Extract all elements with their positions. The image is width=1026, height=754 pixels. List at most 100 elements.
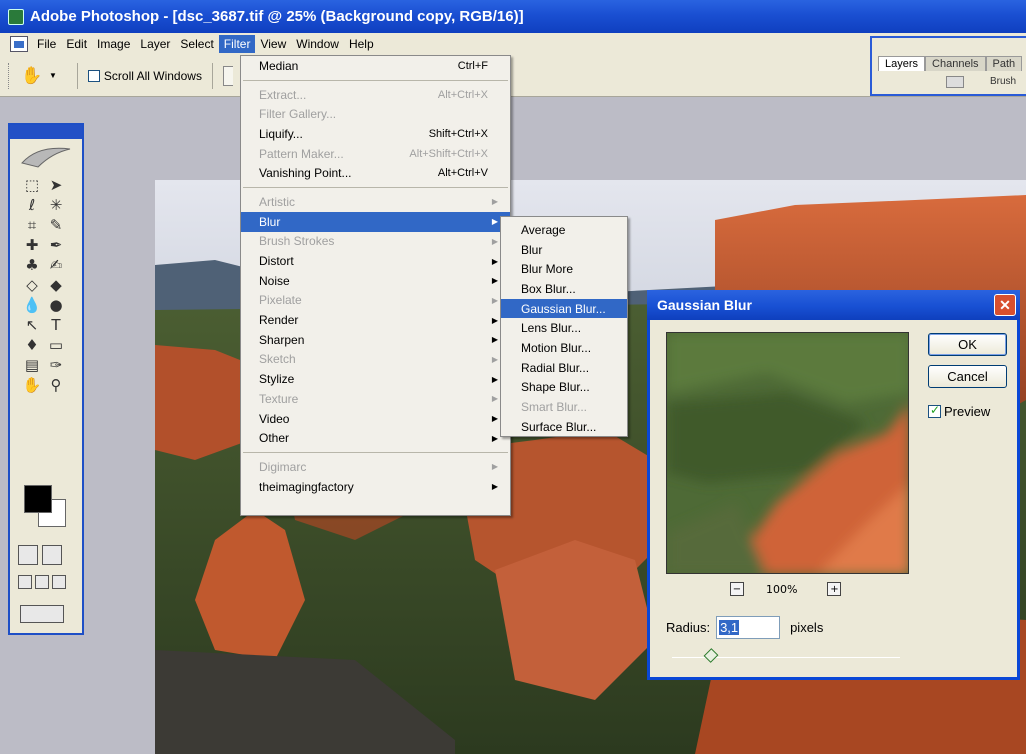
submenu-arrow-icon: ▶ bbox=[491, 414, 498, 424]
submenu-arrow-icon: ▶ bbox=[491, 482, 498, 492]
radius-label: Radius: bbox=[666, 620, 711, 635]
menu-item-label: Render bbox=[259, 313, 299, 328]
blur-menu-item-box-blur[interactable]: Box Blur... bbox=[501, 279, 627, 299]
toolbox: ⬚ ➤ ℓ ✳ ⌗ ✎ ✚ ✒ ♣ ✍ ◇ ◆ 💧 ● ↖ T ♦ ▭ ▤ ✑ ✋ ⚲ bbox=[8, 123, 84, 635]
paint-bucket-icon[interactable]: ◆ bbox=[44, 275, 68, 295]
filter-menu-item-noise[interactable]: Noise ▶ bbox=[241, 271, 510, 291]
lasso-tool-icon[interactable]: ℓ bbox=[20, 195, 44, 215]
blur-tool-icon[interactable]: 💧 bbox=[20, 295, 44, 315]
submenu-arrow-icon: ▶ bbox=[491, 433, 498, 443]
menu-item-label: theimagingfactory bbox=[259, 479, 354, 494]
preview-checkbox-row[interactable]: Preview bbox=[928, 403, 990, 419]
menu-window[interactable]: Window bbox=[291, 35, 344, 53]
shape-tool-icon[interactable]: ▭ bbox=[44, 335, 68, 355]
palette-well-icon[interactable] bbox=[946, 76, 964, 88]
radius-slider-thumb[interactable] bbox=[703, 648, 719, 663]
menu-view[interactable]: View bbox=[255, 35, 291, 53]
tab-channels[interactable]: Channels bbox=[925, 56, 986, 71]
standard-mode-button[interactable] bbox=[18, 545, 38, 565]
radius-input[interactable]: 3,1 bbox=[716, 616, 781, 639]
feather-logo-icon[interactable] bbox=[18, 143, 74, 169]
hand-tool-icon[interactable]: ✋ bbox=[20, 375, 44, 395]
menu-file[interactable]: File bbox=[32, 35, 61, 53]
pen-tool-icon[interactable]: ♦ bbox=[20, 335, 44, 355]
quick-mask-button[interactable] bbox=[42, 545, 62, 565]
close-icon[interactable]: ✕ bbox=[994, 294, 1016, 316]
blur-preview[interactable] bbox=[666, 332, 909, 574]
blur-menu-item-blur-more[interactable]: Blur More bbox=[501, 259, 627, 279]
history-brush-icon[interactable]: ✍ bbox=[44, 255, 68, 275]
notes-tool-icon[interactable]: ▤ bbox=[20, 355, 44, 375]
preview-checkbox[interactable] bbox=[928, 403, 941, 418]
blur-menu-item-radial-blur[interactable]: Radial Blur... bbox=[501, 358, 627, 378]
filter-menu-item-distort[interactable]: Distort ▶ bbox=[241, 251, 510, 271]
zoom-in-icon[interactable]: + bbox=[827, 582, 842, 596]
submenu-arrow-icon: ▶ bbox=[491, 256, 498, 266]
radius-value: 3,1 bbox=[719, 620, 740, 635]
filter-menu-item-blur[interactable]: Blur ▶ bbox=[241, 211, 510, 232]
blur-submenu: Average Blur Blur More Box Blur... Gaussian … bbox=[500, 216, 628, 437]
healing-brush-icon[interactable]: ✚ bbox=[20, 235, 44, 255]
menu-image[interactable]: Image bbox=[92, 35, 135, 53]
filter-menu-item-render[interactable]: Render ▶ bbox=[241, 310, 510, 330]
marquee-tool-icon[interactable]: ⬚ bbox=[20, 175, 44, 195]
ok-button[interactable]: OK bbox=[928, 333, 1007, 356]
magic-wand-icon[interactable]: ✳ bbox=[44, 195, 68, 215]
menu-item-shortcut: Alt+Ctrl+X bbox=[437, 88, 488, 101]
filter-menu-item-sharpen[interactable]: Sharpen ▶ bbox=[241, 330, 510, 350]
zoom-tool-icon[interactable]: ⚲ bbox=[44, 375, 68, 395]
dialog-titlebar[interactable]: Gaussian Blur ✕ bbox=[647, 290, 1020, 320]
brushes-tab[interactable]: Brush bbox=[990, 76, 1016, 87]
filter-menu-item-theimagingfactory[interactable]: theimagingfactory ▶ bbox=[241, 477, 510, 497]
options-bar-grip[interactable] bbox=[8, 62, 11, 89]
actual-pixels-button[interactable] bbox=[222, 65, 233, 86]
eyedropper-icon[interactable]: ✑ bbox=[44, 355, 68, 375]
filter-menu-item-stylize[interactable]: Stylize ▶ bbox=[241, 369, 510, 389]
slice-tool-icon[interactable]: ✎ bbox=[44, 215, 68, 235]
toolbox-titlebar[interactable] bbox=[10, 125, 82, 139]
scroll-all-windows-checkbox[interactable] bbox=[87, 69, 100, 82]
menu-item-label: Distort bbox=[259, 254, 294, 269]
blur-menu-item-motion-blur[interactable]: Motion Blur... bbox=[501, 338, 627, 358]
tool-preset-dropdown-arrow[interactable]: ▼ bbox=[49, 71, 57, 80]
menu-select[interactable]: Select bbox=[175, 35, 218, 53]
crop-tool-icon[interactable]: ⌗ bbox=[20, 215, 44, 235]
hand-tool-icon[interactable]: ✋ bbox=[19, 63, 45, 89]
menu-edit[interactable]: Edit bbox=[61, 35, 92, 53]
foreground-color-swatch[interactable] bbox=[24, 485, 52, 513]
tab-layers[interactable]: Layers bbox=[878, 56, 926, 71]
type-tool-icon[interactable]: T bbox=[44, 315, 68, 335]
filter-menu-item-brush-strokes: Brush Strokes ▶ bbox=[241, 232, 510, 252]
jump-to-imageready-icon[interactable] bbox=[20, 605, 64, 623]
filter-menu-item-vanishing-point[interactable]: Vanishing Point... Alt+Ctrl+V bbox=[241, 163, 510, 183]
dodge-tool-icon[interactable]: ● bbox=[44, 295, 68, 315]
gaussian-blur-dialog: Gaussian Blur ✕ OK Cancel Preview − 100%… bbox=[647, 290, 1020, 680]
clone-stamp-icon[interactable]: ♣ bbox=[20, 255, 44, 275]
blur-menu-item-shape-blur[interactable]: Shape Blur... bbox=[501, 378, 627, 398]
eraser-tool-icon[interactable]: ◇ bbox=[20, 275, 44, 295]
filter-menu-item-video[interactable]: Video ▶ bbox=[241, 409, 510, 429]
cancel-button[interactable]: Cancel bbox=[928, 365, 1007, 388]
blur-menu-item-average[interactable]: Average bbox=[501, 220, 627, 240]
menu-separator bbox=[243, 187, 508, 189]
document-icon[interactable] bbox=[10, 36, 28, 52]
blur-menu-item-blur[interactable]: Blur bbox=[501, 240, 627, 260]
menu-layer[interactable]: Layer bbox=[135, 35, 175, 53]
blur-menu-item-gaussian-blur[interactable]: Gaussian Blur... bbox=[501, 298, 627, 319]
blur-menu-item-surface-blur[interactable]: Surface Blur... bbox=[501, 417, 627, 437]
filter-menu-item-liquify[interactable]: Liquify... Shift+Ctrl+X bbox=[241, 124, 510, 144]
screen-mode-fullscreen-icon[interactable] bbox=[52, 575, 66, 589]
brush-tool-icon[interactable]: ✒ bbox=[44, 235, 68, 255]
zoom-out-icon[interactable]: − bbox=[730, 582, 744, 596]
move-tool-icon[interactable]: ➤ bbox=[44, 175, 68, 195]
path-selection-icon[interactable]: ↖ bbox=[20, 315, 44, 335]
menu-item-label: Sharpen bbox=[259, 332, 305, 347]
menu-help[interactable]: Help bbox=[344, 35, 379, 53]
screen-mode-full-icon[interactable] bbox=[35, 575, 49, 589]
blur-menu-item-lens-blur[interactable]: Lens Blur... bbox=[501, 318, 627, 338]
tab-paths[interactable]: Path bbox=[985, 56, 1023, 71]
screen-mode-standard-icon[interactable] bbox=[18, 575, 32, 589]
filter-menu-item-median[interactable]: Median Ctrl+F bbox=[241, 56, 510, 76]
filter-menu-item-other[interactable]: Other ▶ bbox=[241, 428, 510, 448]
menu-filter[interactable]: Filter bbox=[218, 35, 256, 53]
